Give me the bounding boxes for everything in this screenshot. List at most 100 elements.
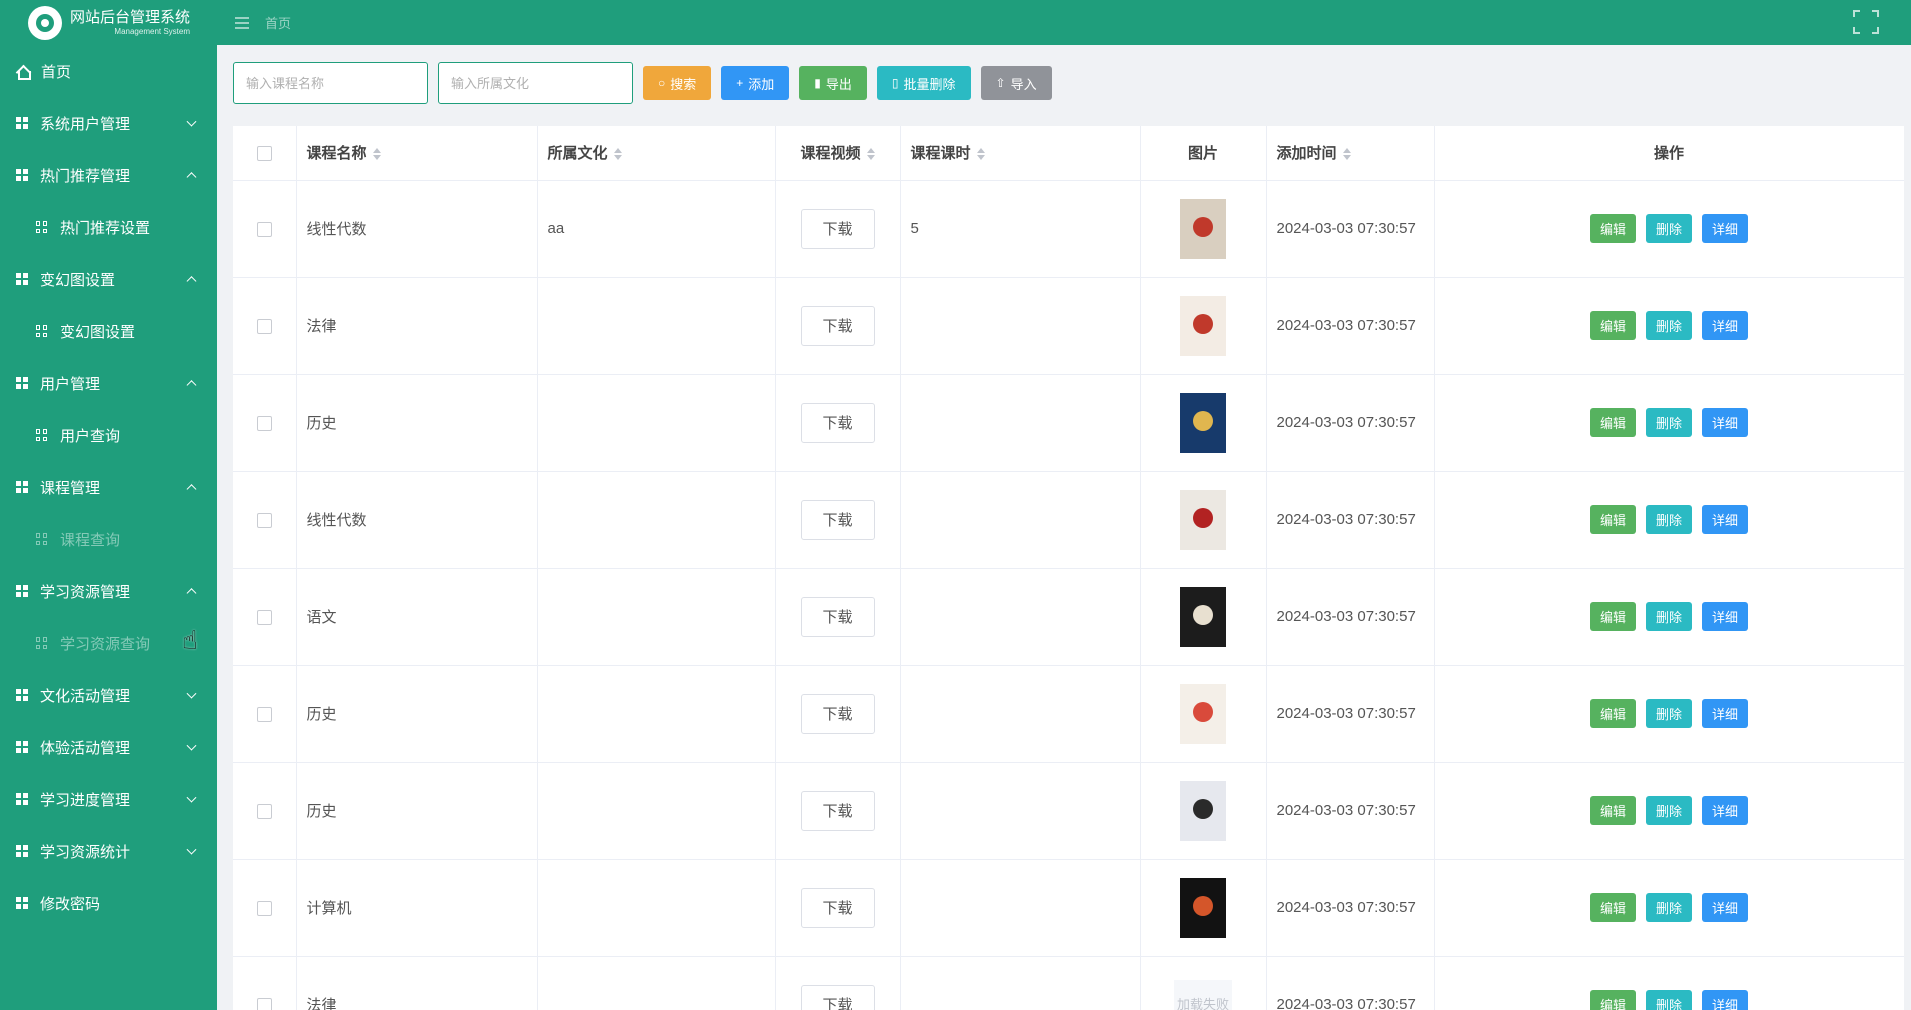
row-select-cell[interactable] bbox=[233, 471, 297, 569]
edit-button[interactable]: 编辑 bbox=[1589, 893, 1636, 922]
row-select-cell[interactable] bbox=[233, 277, 297, 375]
detail-button[interactable]: 详细 bbox=[1702, 311, 1749, 340]
select-all-checkbox[interactable] bbox=[256, 145, 272, 161]
sidebar-item-0[interactable]: 首页 bbox=[0, 45, 217, 97]
sidebar-item-7[interactable]: 用户查询 bbox=[0, 409, 217, 461]
delete-button[interactable]: 删除 bbox=[1645, 505, 1692, 534]
row-select-cell[interactable] bbox=[233, 665, 297, 763]
breadcrumb[interactable]: 首页 bbox=[265, 13, 291, 32]
sort-icon[interactable] bbox=[976, 148, 985, 161]
edit-button[interactable]: 编辑 bbox=[1589, 408, 1636, 437]
edit-button[interactable]: 编辑 bbox=[1589, 311, 1636, 340]
sidebar-item-14[interactable]: 学习进度管理 bbox=[0, 773, 217, 825]
add-button[interactable]: + 添加 bbox=[721, 66, 790, 100]
row-select-cell[interactable] bbox=[233, 956, 297, 1010]
download-button[interactable]: 下载 bbox=[800, 693, 875, 734]
table-row[interactable]: 历史 下载 2024-03-03 07:30:57 编辑 删除 详细 bbox=[233, 374, 1904, 472]
detail-button[interactable]: 详细 bbox=[1702, 699, 1749, 728]
sort-icon[interactable] bbox=[1342, 148, 1351, 161]
sidebar-item-13[interactable]: 体验活动管理 bbox=[0, 721, 217, 773]
detail-button[interactable]: 详细 bbox=[1702, 214, 1749, 243]
row-checkbox[interactable] bbox=[256, 318, 272, 334]
row-checkbox[interactable] bbox=[256, 415, 272, 431]
sidebar-item-10[interactable]: 学习资源管理 bbox=[0, 565, 217, 617]
fullscreen-icon[interactable] bbox=[1853, 10, 1879, 34]
row-select-cell[interactable] bbox=[233, 180, 297, 278]
sort-icon[interactable] bbox=[866, 148, 875, 161]
delete-button[interactable]: 删除 bbox=[1645, 796, 1692, 825]
col-hours[interactable]: 课程课时 bbox=[900, 126, 1141, 181]
table-row[interactable]: 历史 下载 2024-03-03 07:30:57 编辑 删除 详细 bbox=[233, 665, 1904, 763]
detail-button[interactable]: 详细 bbox=[1702, 408, 1749, 437]
row-checkbox[interactable] bbox=[256, 512, 272, 528]
download-button[interactable]: 下载 bbox=[800, 887, 875, 928]
sidebar-item-4[interactable]: 变幻图设置 bbox=[0, 253, 217, 305]
detail-button[interactable]: 详细 bbox=[1702, 602, 1749, 631]
batch-delete-button[interactable]: ▯ 批量删除 bbox=[876, 66, 971, 100]
download-button[interactable]: 下载 bbox=[800, 305, 875, 346]
download-button[interactable]: 下载 bbox=[800, 208, 875, 249]
course-name-search-input[interactable] bbox=[233, 62, 428, 104]
table-row[interactable]: 历史 下载 2024-03-03 07:30:57 编辑 删除 详细 bbox=[233, 762, 1904, 860]
sidebar-item-12[interactable]: 文化活动管理 bbox=[0, 669, 217, 721]
sidebar-item-8[interactable]: 课程管理 bbox=[0, 461, 217, 513]
sidebar-item-5[interactable]: 变幻图设置 bbox=[0, 305, 217, 357]
sidebar-item-3[interactable]: 热门推荐设置 bbox=[0, 201, 217, 253]
col-culture[interactable]: 所属文化 bbox=[537, 126, 776, 181]
detail-button[interactable]: 详细 bbox=[1702, 990, 1749, 1010]
col-course-name[interactable]: 课程名称 bbox=[296, 126, 538, 181]
import-button[interactable]: ⇧ 导入 bbox=[980, 66, 1052, 100]
download-button[interactable]: 下载 bbox=[800, 790, 875, 831]
detail-button[interactable]: 详细 bbox=[1702, 505, 1749, 534]
delete-button[interactable]: 删除 bbox=[1645, 699, 1692, 728]
col-video[interactable]: 课程视频 bbox=[775, 126, 901, 181]
row-select-cell[interactable] bbox=[233, 568, 297, 666]
table-row[interactable]: 法律 下载 加载失败 2024-03-03 07:30:57 编辑 删除 详细 bbox=[233, 956, 1904, 1010]
download-button[interactable]: 下载 bbox=[800, 402, 875, 443]
row-checkbox[interactable] bbox=[256, 900, 272, 916]
row-select-cell[interactable] bbox=[233, 374, 297, 472]
row-checkbox[interactable] bbox=[256, 609, 272, 625]
table-row[interactable]: 线性代数 aa 下载 5 2024-03-03 07:30:57 编辑 删除 详细 bbox=[233, 180, 1904, 278]
menu-toggle-icon[interactable] bbox=[235, 16, 249, 29]
sidebar-item-16[interactable]: 修改密码 bbox=[0, 877, 217, 929]
detail-button[interactable]: 详细 bbox=[1702, 796, 1749, 825]
table-row[interactable]: 语文 下载 2024-03-03 07:30:57 编辑 删除 详细 bbox=[233, 568, 1904, 666]
sort-icon[interactable] bbox=[613, 148, 622, 161]
delete-button[interactable]: 删除 bbox=[1645, 602, 1692, 631]
sidebar-item-2[interactable]: 热门推荐管理 bbox=[0, 149, 217, 201]
edit-button[interactable]: 编辑 bbox=[1589, 602, 1636, 631]
delete-button[interactable]: 删除 bbox=[1645, 990, 1692, 1010]
row-checkbox[interactable] bbox=[256, 706, 272, 722]
delete-button[interactable]: 删除 bbox=[1645, 893, 1692, 922]
delete-button[interactable]: 删除 bbox=[1645, 311, 1692, 340]
sidebar-item-1[interactable]: 系统用户管理 bbox=[0, 97, 217, 149]
row-select-cell[interactable] bbox=[233, 859, 297, 957]
table-row[interactable]: 计算机 下载 2024-03-03 07:30:57 编辑 删除 详细 bbox=[233, 859, 1904, 957]
search-button[interactable]: ○ 搜索 bbox=[643, 66, 712, 100]
edit-button[interactable]: 编辑 bbox=[1589, 699, 1636, 728]
edit-button[interactable]: 编辑 bbox=[1589, 505, 1636, 534]
sort-icon[interactable] bbox=[372, 148, 381, 161]
download-button[interactable]: 下载 bbox=[800, 499, 875, 540]
detail-button[interactable]: 详细 bbox=[1702, 893, 1749, 922]
row-checkbox[interactable] bbox=[256, 997, 272, 1010]
table-row[interactable]: 线性代数 下载 2024-03-03 07:30:57 编辑 删除 详细 bbox=[233, 471, 1904, 569]
sidebar-item-6[interactable]: 用户管理 bbox=[0, 357, 217, 409]
row-checkbox[interactable] bbox=[256, 803, 272, 819]
edit-button[interactable]: 编辑 bbox=[1589, 796, 1636, 825]
sidebar-item-15[interactable]: 学习资源统计 bbox=[0, 825, 217, 877]
edit-button[interactable]: 编辑 bbox=[1589, 214, 1636, 243]
edit-button[interactable]: 编辑 bbox=[1589, 990, 1636, 1010]
export-button[interactable]: ▮ 导出 bbox=[799, 66, 867, 100]
download-button[interactable]: 下载 bbox=[800, 984, 875, 1010]
culture-search-input[interactable] bbox=[438, 62, 633, 104]
sidebar-item-9[interactable]: 课程查询 bbox=[0, 513, 217, 565]
delete-button[interactable]: 删除 bbox=[1645, 408, 1692, 437]
row-checkbox[interactable] bbox=[256, 221, 272, 237]
table-row[interactable]: 法律 下载 2024-03-03 07:30:57 编辑 删除 详细 bbox=[233, 277, 1904, 375]
row-select-cell[interactable] bbox=[233, 762, 297, 860]
col-add-time[interactable]: 添加时间 bbox=[1266, 126, 1435, 181]
select-all-cell[interactable] bbox=[233, 126, 297, 181]
delete-button[interactable]: 删除 bbox=[1645, 214, 1692, 243]
